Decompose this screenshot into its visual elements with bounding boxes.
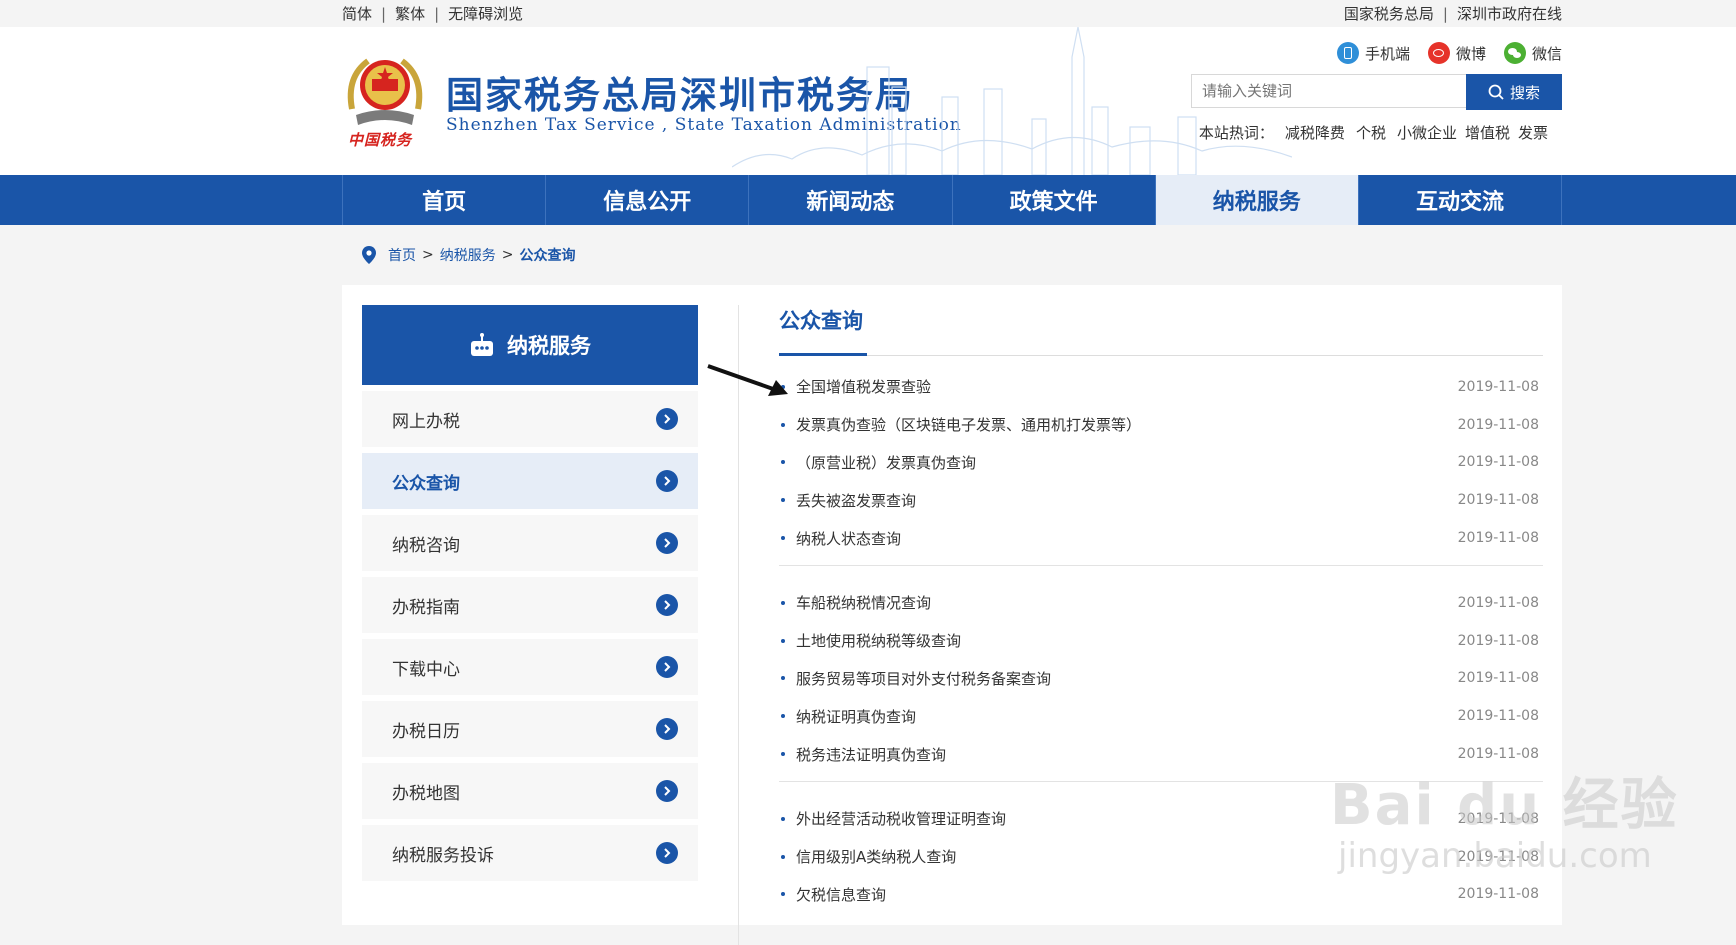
nav-news[interactable]: 新闻动态 — [748, 175, 951, 225]
weibo-icon — [1427, 42, 1450, 64]
bullet-icon — [781, 816, 785, 821]
bullet-icon — [781, 460, 785, 465]
search-button[interactable]: 搜索 — [1466, 74, 1562, 110]
traditional-chinese-link[interactable]: 繁体 — [395, 5, 425, 23]
mobile-link[interactable]: 手机端 — [1336, 42, 1410, 64]
sidebar-item-online-tax[interactable]: 网上办税 — [362, 391, 698, 447]
wechat-link[interactable]: 微信 — [1503, 42, 1562, 64]
search-bar: 搜索 — [1191, 74, 1562, 110]
social-links: 手机端 微博 微信 — [1336, 42, 1562, 64]
external-links: 国家税务总局 | 深圳市政府在线 — [1343, 5, 1562, 23]
content-title: 公众查询 — [779, 309, 863, 333]
weibo-link[interactable]: 微博 — [1427, 42, 1486, 64]
list-item[interactable]: 发票真伪查验（区块链电子发票、通用机打发票等） 2019-11-08 — [779, 406, 1543, 444]
search-input[interactable] — [1191, 74, 1466, 108]
nav-info-disclosure[interactable]: 信息公开 — [545, 175, 748, 225]
nav-policy[interactable]: 政策文件 — [951, 175, 1155, 225]
simplified-chinese-link[interactable]: 简体 — [342, 5, 372, 23]
sidebar: 纳税服务 网上办税 公众查询 纳税咨询 办税指南 下载中心 办税日历 办税地图 … — [362, 305, 698, 881]
list-item[interactable]: 全国增值税发票查验 2019-11-08 — [779, 368, 1543, 406]
title-underline — [779, 353, 1543, 356]
search-icon — [1488, 84, 1504, 100]
nav-tax-service[interactable]: 纳税服务 — [1154, 175, 1358, 225]
query-group-2: 车船税纳税情况查询 2019-11-08 土地使用税纳税等级查询 2019-11-0… — [779, 584, 1543, 782]
sidebar-item-consult[interactable]: 纳税咨询 — [362, 515, 698, 571]
location-pin-icon — [362, 246, 376, 264]
chevron-right-icon — [656, 656, 678, 678]
list-item[interactable]: 纳税证明真伪查询 2019-11-08 — [779, 697, 1543, 735]
annotation-arrow — [707, 364, 788, 396]
bullet-icon — [781, 422, 785, 427]
emblem-text: 中国税务 — [348, 131, 413, 149]
hot-word-1[interactable]: 减税降费 — [1285, 122, 1345, 143]
bullet-icon — [781, 752, 785, 757]
chevron-right-icon — [656, 780, 678, 802]
bullet-icon — [781, 536, 785, 541]
accessibility-link[interactable]: 无障碍浏览 — [448, 5, 523, 23]
bullet-icon — [781, 600, 785, 605]
query-group-1: 全国增值税发票查验 2019-11-08 发票真伪查验（区块链电子发票、通用机打发… — [779, 368, 1543, 566]
breadcrumb-home[interactable]: 首页 — [388, 245, 416, 265]
sidebar-header: 纳税服务 — [362, 305, 698, 385]
baidu-watermark-url: jingyan.baidu.com — [1338, 836, 1652, 876]
chevron-right-icon — [656, 532, 678, 554]
list-item[interactable]: 土地使用税纳税等级查询 2019-11-08 — [779, 622, 1543, 660]
list-item[interactable]: 服务贸易等项目对外支付税务备案查询 2019-11-08 — [779, 660, 1543, 698]
hot-word-2[interactable]: 个税 — [1356, 122, 1386, 143]
sidebar-item-map[interactable]: 办税地图 — [362, 763, 698, 819]
list-item[interactable]: 车船税纳税情况查询 2019-11-08 — [779, 584, 1543, 622]
list-item[interactable]: 丢失被盗发票查询 2019-11-08 — [779, 481, 1543, 519]
hot-word-4[interactable]: 增值税 — [1465, 122, 1510, 143]
mobile-icon — [1336, 42, 1359, 64]
hot-word-5[interactable]: 发票 — [1518, 122, 1548, 143]
sat-link[interactable]: 国家税务总局 — [1344, 5, 1434, 23]
list-item[interactable]: 欠税信息查询 2019-11-08 — [779, 876, 1543, 914]
main-nav: 首页 信息公开 新闻动态 政策文件 纳税服务 互动交流 — [0, 175, 1736, 225]
bullet-icon — [781, 714, 785, 719]
search-button-label: 搜索 — [1509, 83, 1540, 102]
sidebar-title: 纳税服务 — [507, 334, 591, 358]
mobile-label: 手机端 — [1364, 44, 1410, 63]
chevron-right-icon — [656, 594, 678, 616]
chevron-right-icon — [656, 408, 678, 430]
breadcrumb: 首页 > 纳税服务 > 公众查询 — [342, 225, 1562, 285]
chevron-right-icon — [656, 718, 678, 740]
wechat-icon — [1503, 42, 1526, 64]
list-item[interactable]: （原营业税）发票真伪查询 2019-11-08 — [779, 444, 1543, 482]
baidu-watermark: Bai du 经验 — [1330, 773, 1679, 838]
nav-interaction[interactable]: 互动交流 — [1357, 175, 1563, 225]
bullet-icon — [781, 676, 785, 681]
language-links: 简体 | 繁体 | 无障碍浏览 — [342, 5, 524, 23]
tax-emblem-logo[interactable]: 中国税务 — [342, 47, 428, 149]
chevron-right-icon — [656, 842, 678, 864]
chevron-right-icon — [656, 470, 678, 492]
shenzhen-gov-link[interactable]: 深圳市政府在线 — [1457, 5, 1562, 23]
vertical-divider — [738, 305, 739, 945]
sidebar-item-guide[interactable]: 办税指南 — [362, 577, 698, 633]
hot-words-label: 本站热词： — [1198, 124, 1274, 142]
breadcrumb-current: 公众查询 — [519, 248, 576, 264]
top-bar: 简体 | 繁体 | 无障碍浏览 国家税务总局 | 深圳市政府在线 — [0, 0, 1736, 27]
wechat-label: 微信 — [1531, 44, 1562, 63]
bullet-icon — [781, 498, 785, 503]
service-robot-icon — [471, 333, 493, 356]
weibo-label: 微博 — [1455, 44, 1486, 63]
sidebar-item-download[interactable]: 下载中心 — [362, 639, 698, 695]
sidebar-item-calendar[interactable]: 办税日历 — [362, 701, 698, 757]
bullet-icon — [781, 854, 785, 859]
sidebar-item-complaint[interactable]: 纳税服务投诉 — [362, 825, 698, 881]
list-item[interactable]: 纳税人状态查询 2019-11-08 — [779, 519, 1543, 557]
breadcrumb-tax-service[interactable]: 纳税服务 — [440, 245, 496, 265]
site-header: 中国税务 国家税务总局深圳市税务局 Shenzhen Tax Service ,… — [0, 27, 1736, 175]
hot-word-3[interactable]: 小微企业 — [1397, 122, 1457, 143]
bullet-icon — [781, 892, 785, 897]
sidebar-item-public-query[interactable]: 公众查询 — [362, 453, 698, 509]
nav-home[interactable]: 首页 — [342, 175, 545, 225]
hot-words: 本站热词： 减税降费 个税 小微企业 增值税 发票 — [1199, 122, 1548, 143]
bullet-icon — [781, 638, 785, 643]
